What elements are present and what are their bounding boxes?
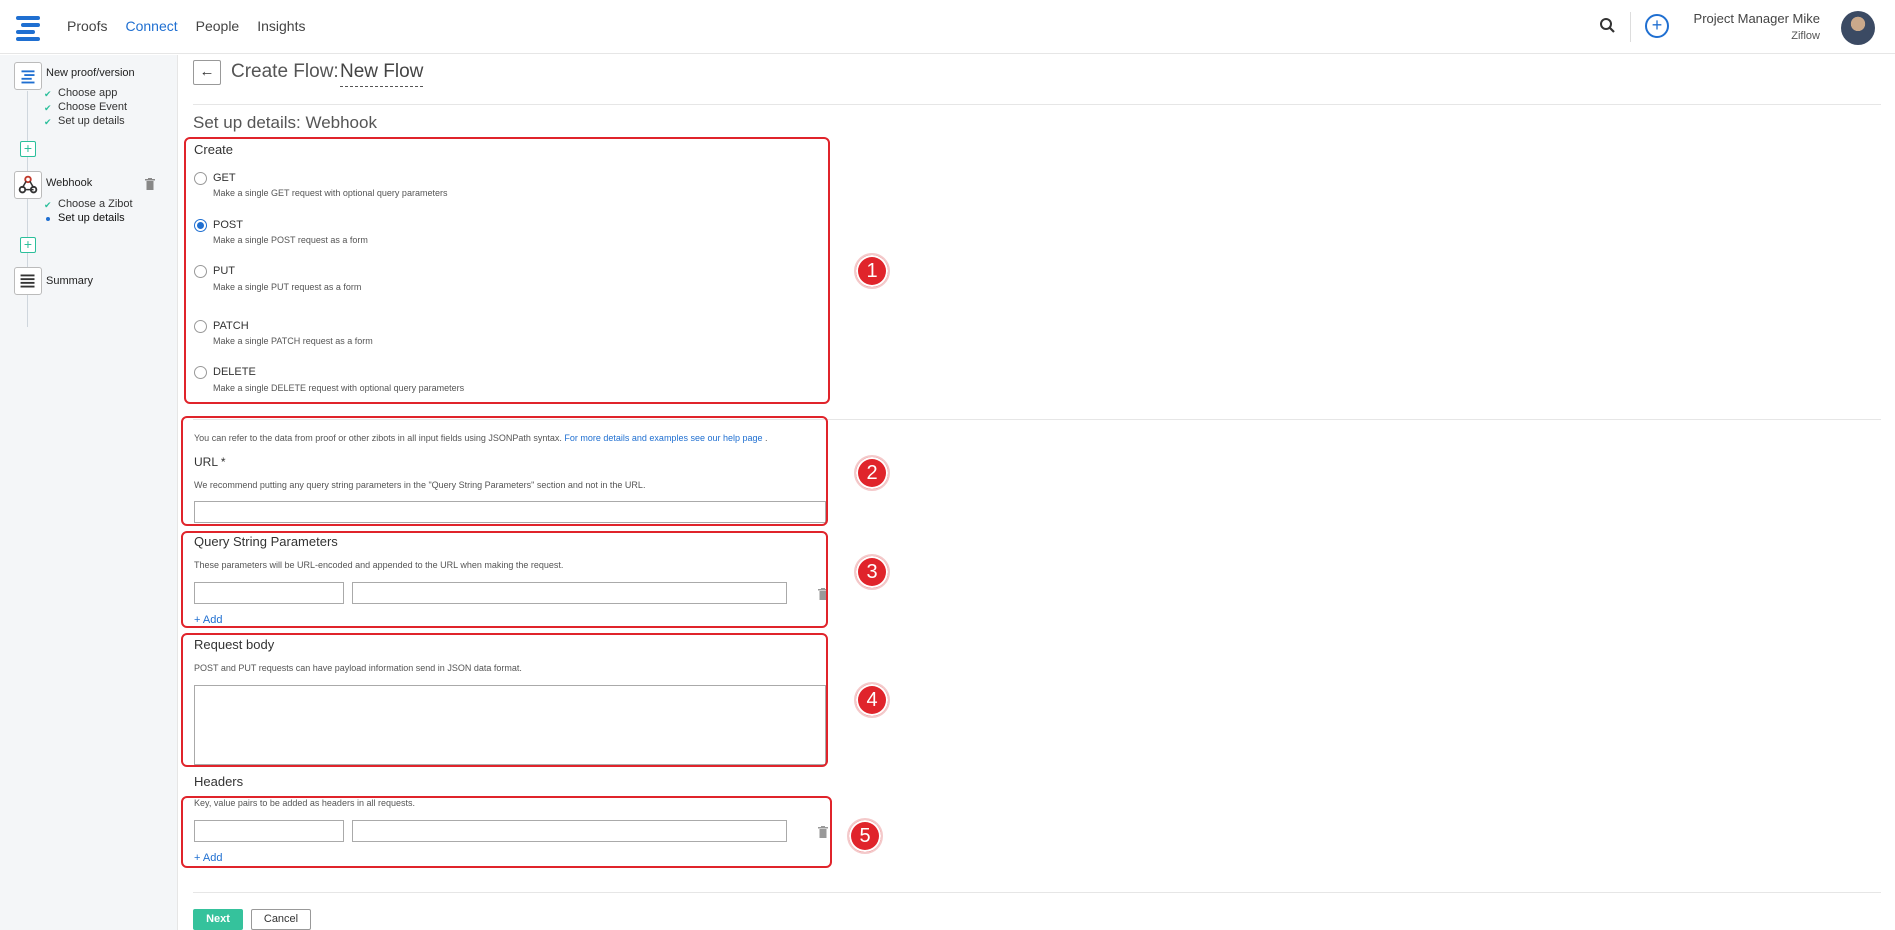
top-bar: Proofs Connect People Insights + Project… bbox=[0, 0, 1895, 54]
header-key-input[interactable] bbox=[194, 820, 344, 842]
check-icon: ✔ bbox=[44, 117, 52, 127]
ziflow-logo-icon[interactable] bbox=[14, 14, 42, 41]
headers-desc: Key, value pairs to be added as headers … bbox=[194, 798, 415, 808]
url-input[interactable] bbox=[194, 501, 826, 523]
trash-icon[interactable] bbox=[818, 588, 828, 600]
substep-setup-details-current[interactable]: Set up details bbox=[58, 212, 125, 224]
main-nav: Proofs Connect People Insights bbox=[67, 18, 305, 34]
radio-patch[interactable] bbox=[194, 320, 207, 333]
page-title: Create Flow: bbox=[231, 61, 339, 82]
radio-put[interactable] bbox=[194, 265, 207, 278]
query-key-input[interactable] bbox=[194, 582, 344, 604]
headers-label: Headers bbox=[194, 774, 244, 789]
cancel-button[interactable]: Cancel bbox=[251, 909, 311, 930]
add-step-icon[interactable]: + bbox=[20, 141, 36, 157]
jsonpath-info-text: You can refer to the data from proof or … bbox=[194, 433, 562, 443]
radio-get-desc: Make a single GET request with optional … bbox=[213, 188, 448, 198]
divider bbox=[193, 104, 1881, 105]
annotation-badge-1: 1 bbox=[854, 253, 890, 289]
user-org: Ziflow bbox=[1791, 30, 1820, 42]
back-button[interactable]: ← bbox=[193, 60, 221, 85]
annotation-box-1 bbox=[184, 137, 830, 404]
query-add-link[interactable]: + Add bbox=[194, 614, 222, 626]
step-connector bbox=[27, 182, 28, 327]
add-circle-icon[interactable]: + bbox=[1645, 14, 1669, 38]
url-desc: We recommend putting any query string pa… bbox=[194, 480, 646, 490]
trash-icon[interactable] bbox=[818, 826, 828, 838]
section-title: Set up details: Webhook bbox=[193, 113, 377, 132]
divider bbox=[193, 419, 1881, 420]
headers-add-link[interactable]: + Add bbox=[194, 852, 222, 864]
nav-proofs[interactable]: Proofs bbox=[67, 18, 107, 34]
avatar[interactable] bbox=[1841, 11, 1875, 45]
step-trigger-icon[interactable] bbox=[14, 62, 42, 90]
step-webhook-icon[interactable] bbox=[14, 171, 42, 199]
add-step-icon[interactable]: + bbox=[20, 237, 36, 253]
flow-name-editable[interactable]: New Flow bbox=[340, 61, 424, 87]
current-dot-icon bbox=[46, 217, 50, 221]
jsonpath-info: You can refer to the data from proof or … bbox=[194, 433, 768, 443]
request-body-textarea[interactable] bbox=[194, 685, 826, 765]
trash-icon[interactable] bbox=[145, 178, 155, 190]
annotation-badge-2: 2 bbox=[854, 455, 890, 491]
substep-choose-event[interactable]: Choose Event bbox=[58, 101, 127, 113]
step-summary-icon[interactable] bbox=[14, 267, 42, 295]
query-params-desc: These parameters will be URL-encoded and… bbox=[194, 560, 564, 570]
annotation-badge-3: 3 bbox=[854, 554, 890, 590]
radio-get-label[interactable]: GET bbox=[213, 172, 236, 184]
search-icon[interactable] bbox=[1598, 16, 1618, 36]
divider bbox=[193, 892, 1881, 893]
step-title-webhook[interactable]: Webhook bbox=[46, 177, 92, 189]
step-title-summary[interactable]: Summary bbox=[46, 275, 93, 287]
check-icon: ✔ bbox=[44, 89, 52, 99]
radio-post[interactable] bbox=[194, 219, 207, 232]
radio-patch-desc: Make a single PATCH request as a form bbox=[213, 336, 373, 346]
radio-put-desc: Make a single PUT request as a form bbox=[213, 282, 362, 292]
user-name[interactable]: Project Manager Mike bbox=[1694, 11, 1820, 26]
divider bbox=[1630, 12, 1631, 42]
radio-put-label[interactable]: PUT bbox=[213, 265, 235, 277]
create-label: Create bbox=[194, 142, 234, 157]
request-body-desc: POST and PUT requests can have payload i… bbox=[194, 663, 522, 673]
substep-choose-zibot[interactable]: Choose a Zibot bbox=[58, 198, 133, 210]
substep-choose-app[interactable]: Choose app bbox=[58, 87, 117, 99]
nav-insights[interactable]: Insights bbox=[257, 18, 305, 34]
radio-post-desc: Make a single POST request as a form bbox=[213, 235, 368, 245]
radio-delete[interactable] bbox=[194, 366, 207, 379]
check-icon: ✔ bbox=[44, 200, 52, 210]
query-value-input[interactable] bbox=[352, 582, 787, 604]
help-page-link[interactable]: For more details and examples see our he… bbox=[564, 433, 762, 443]
radio-patch-label[interactable]: PATCH bbox=[213, 320, 249, 332]
check-icon: ✔ bbox=[44, 103, 52, 113]
query-params-label: Query String Parameters bbox=[194, 534, 338, 549]
radio-get[interactable] bbox=[194, 172, 207, 185]
flow-steps-sidebar: New proof/version ✔ Choose app ✔ Choose … bbox=[0, 55, 178, 930]
step-title-new-proof[interactable]: New proof/version bbox=[46, 67, 135, 79]
annotation-badge-4: 4 bbox=[854, 682, 890, 718]
nav-connect[interactable]: Connect bbox=[125, 18, 177, 34]
radio-delete-label[interactable]: DELETE bbox=[213, 366, 256, 378]
header-value-input[interactable] bbox=[352, 820, 787, 842]
annotation-badge-5: 5 bbox=[847, 818, 883, 854]
request-body-label: Request body bbox=[194, 637, 275, 652]
substep-setup-details[interactable]: Set up details bbox=[58, 115, 125, 127]
radio-post-label[interactable]: POST bbox=[213, 219, 243, 231]
nav-people[interactable]: People bbox=[196, 18, 240, 34]
url-label: URL * bbox=[194, 455, 226, 469]
jsonpath-info-end: . bbox=[765, 433, 768, 443]
radio-delete-desc: Make a single DELETE request with option… bbox=[213, 383, 465, 393]
next-button[interactable]: Next bbox=[193, 909, 243, 930]
